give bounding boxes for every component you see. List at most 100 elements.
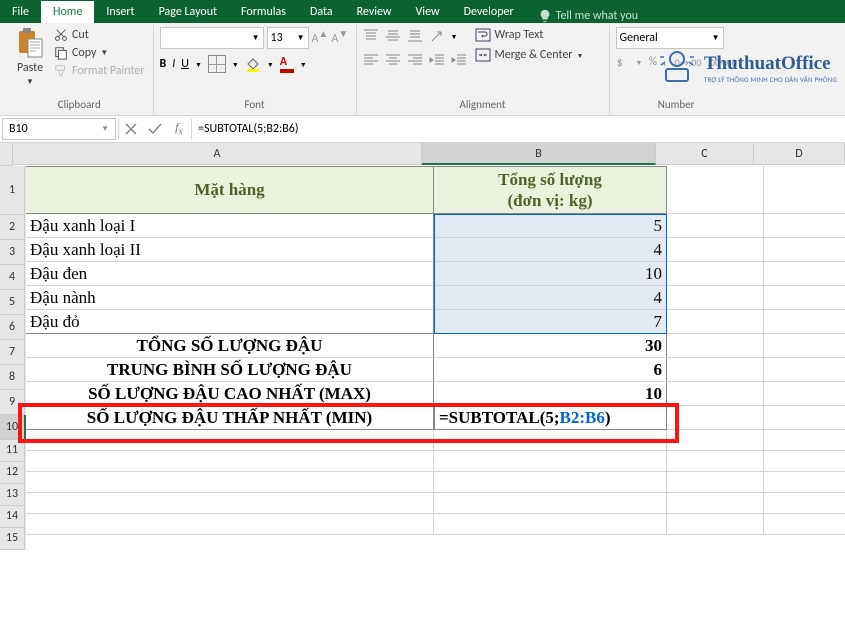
tab-formulas[interactable]: Formulas — [229, 1, 298, 23]
cell-C8[interactable] — [667, 358, 764, 382]
cell-A11[interactable] — [26, 430, 434, 451]
row-header-13[interactable]: 13 — [0, 484, 25, 506]
col-header-B[interactable]: B — [422, 143, 656, 165]
cell-B11[interactable] — [434, 430, 667, 451]
cell-D15[interactable] — [764, 514, 845, 535]
tab-page-layout[interactable]: Page Layout — [147, 1, 229, 23]
cell-C13[interactable] — [667, 472, 764, 493]
borders-button[interactable] — [208, 55, 226, 73]
fill-color-button[interactable] — [245, 56, 261, 72]
shrink-font-button[interactable]: A▼ — [331, 27, 348, 49]
align-bottom-button[interactable] — [407, 29, 423, 43]
paste-button[interactable]: Paste ▼ — [12, 27, 48, 87]
row-header-8[interactable]: 8 — [0, 365, 25, 390]
fx-button[interactable]: fx — [167, 117, 191, 141]
grow-font-button[interactable]: A▲ — [312, 27, 329, 49]
cell-D5[interactable] — [764, 286, 845, 310]
col-header-C[interactable]: C — [656, 143, 754, 165]
row-header-2[interactable]: 2 — [0, 215, 25, 240]
row-header-5[interactable]: 5 — [0, 290, 25, 315]
tell-me[interactable]: Tell me what you — [526, 9, 638, 23]
cell-D4[interactable] — [764, 262, 845, 286]
summary-label[interactable]: TRUNG BÌNH SỐ LƯỢNG ĐẬU — [26, 358, 434, 382]
orientation-button[interactable] — [429, 29, 445, 43]
cell-C1[interactable] — [667, 166, 764, 214]
item-qty[interactable]: 4 — [434, 238, 667, 262]
cell-C14[interactable] — [667, 493, 764, 514]
italic-button[interactable]: I — [172, 57, 175, 71]
row-header-3[interactable]: 3 — [0, 240, 25, 265]
accounting-button[interactable]: $ — [616, 55, 630, 69]
cell-D3[interactable] — [764, 238, 845, 262]
cell-C2[interactable] — [667, 214, 764, 238]
cancel-formula-button[interactable] — [119, 117, 143, 141]
tab-view[interactable]: View — [404, 1, 452, 23]
formula-input[interactable]: =SUBTOTAL(5;B2:B6) — [192, 122, 845, 136]
tab-data[interactable]: Data — [298, 1, 345, 23]
cell-D6[interactable] — [764, 310, 845, 334]
row-header-6[interactable]: 6 — [0, 315, 25, 340]
item-qty[interactable]: 4 — [434, 286, 667, 310]
merge-center-button[interactable]: Merge & Center▼ — [473, 47, 586, 63]
cell-C9[interactable] — [667, 382, 764, 406]
cell-D7[interactable] — [764, 334, 845, 358]
cell-C7[interactable] — [667, 334, 764, 358]
cell-D11[interactable] — [764, 430, 845, 451]
tab-insert[interactable]: Insert — [94, 1, 146, 23]
cut-button[interactable]: Cut — [52, 27, 147, 43]
font-color-button[interactable]: A — [280, 55, 294, 73]
col-header-D[interactable]: D — [754, 143, 845, 165]
cell-A12[interactable] — [26, 451, 434, 472]
cell-D2[interactable] — [764, 214, 845, 238]
cell-B13[interactable] — [434, 472, 667, 493]
item-name[interactable]: Đậu nành — [26, 286, 434, 310]
inc-indent-button[interactable] — [451, 53, 467, 67]
bold-button[interactable]: B — [160, 57, 167, 71]
cell-B14[interactable] — [434, 493, 667, 514]
cell-A13[interactable] — [26, 472, 434, 493]
tab-developer[interactable]: Developer — [452, 1, 526, 23]
row-header-11[interactable]: 11 — [0, 440, 25, 462]
row-header-15[interactable]: 15 — [0, 528, 25, 550]
cell-C3[interactable] — [667, 238, 764, 262]
wrap-text-button[interactable]: Wrap Text — [473, 27, 586, 43]
item-name[interactable]: Đậu đen — [26, 262, 434, 286]
select-all-corner[interactable] — [0, 143, 13, 166]
align-top-button[interactable] — [363, 29, 379, 43]
cell-B15[interactable] — [434, 514, 667, 535]
summary-value[interactable]: 30 — [434, 334, 667, 358]
row10-label[interactable]: SỐ LƯỢNG ĐẬU THẤP NHẤT (MIN) — [26, 406, 434, 430]
name-box[interactable]: B10▼ — [2, 118, 116, 140]
font-size-select[interactable]: 13▼ — [267, 27, 309, 49]
underline-button[interactable]: U — [181, 57, 189, 71]
cell-C4[interactable] — [667, 262, 764, 286]
cell-A15[interactable] — [26, 514, 434, 535]
cell-D1[interactable] — [764, 166, 845, 214]
tab-review[interactable]: Review — [345, 1, 404, 23]
align-left-button[interactable] — [363, 53, 379, 67]
summary-label[interactable]: TỔNG SỐ LƯỢNG ĐẬU — [26, 334, 434, 358]
cell-A14[interactable] — [26, 493, 434, 514]
item-name[interactable]: Đậu xanh loại II — [26, 238, 434, 262]
header-qty[interactable]: Tổng số lượng(đơn vị: kg) — [434, 166, 667, 214]
cell-D14[interactable] — [764, 493, 845, 514]
cell-D12[interactable] — [764, 451, 845, 472]
cell-D10[interactable] — [764, 406, 845, 430]
row-header-7[interactable]: 7 — [0, 340, 25, 365]
cell-grid[interactable]: Mặt hàngTổng số lượng(đơn vị: kg)Đậu xan… — [26, 166, 845, 535]
summary-value[interactable]: 10 — [434, 382, 667, 406]
item-name[interactable]: Đậu đỏ — [26, 310, 434, 334]
header-product[interactable]: Mặt hàng — [26, 166, 434, 214]
cell-C15[interactable] — [667, 514, 764, 535]
cell-D8[interactable] — [764, 358, 845, 382]
cell-D13[interactable] — [764, 472, 845, 493]
format-painter-button[interactable]: Format Painter — [52, 63, 147, 79]
tab-home[interactable]: Home — [41, 1, 94, 23]
row-header-10[interactable]: 10 — [0, 415, 26, 440]
item-qty[interactable]: 7 — [434, 310, 667, 334]
align-middle-button[interactable] — [385, 29, 401, 43]
enter-formula-button[interactable] — [143, 117, 167, 141]
cell-C11[interactable] — [667, 430, 764, 451]
cell-B12[interactable] — [434, 451, 667, 472]
row-header-14[interactable]: 14 — [0, 506, 25, 528]
